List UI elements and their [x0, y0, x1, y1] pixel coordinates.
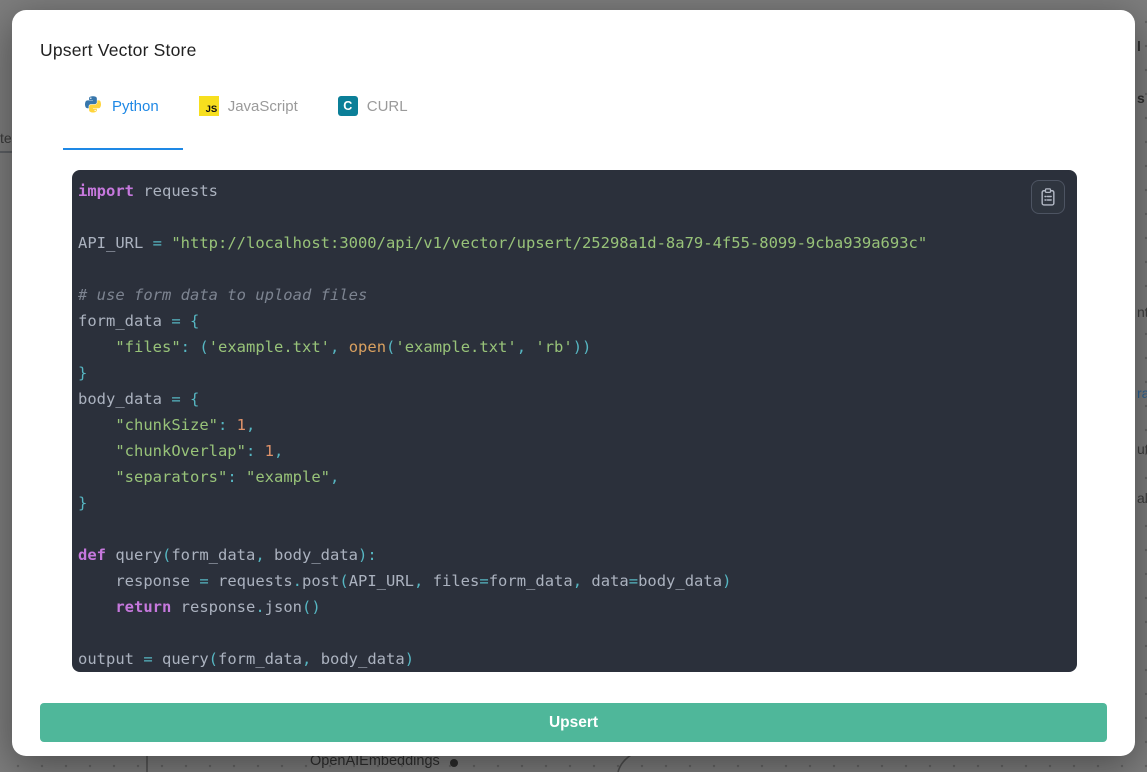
bg-node-connector-dot	[450, 759, 458, 767]
tab-label: JavaScript	[228, 98, 298, 115]
python-icon	[83, 96, 103, 116]
tab-python[interactable]: Python	[63, 86, 179, 126]
upsert-button[interactable]: Upsert	[40, 703, 1107, 742]
code-snippet-block: import requests API_URL = "http://localh…	[72, 170, 1077, 672]
bg-text-fragment: l	[1137, 38, 1141, 54]
tab-label: Python	[112, 98, 159, 115]
bg-text-fragment: nt	[1137, 304, 1147, 320]
code-content: import requests API_URL = "http://localh…	[78, 178, 1069, 672]
language-tabs: Python JS JavaScript C CURL	[63, 86, 428, 126]
active-tab-indicator	[63, 148, 183, 150]
copy-code-button[interactable]	[1031, 180, 1065, 214]
javascript-icon: JS	[199, 96, 219, 116]
bg-node-edge	[146, 756, 148, 772]
tab-curl[interactable]: C CURL	[318, 86, 428, 126]
curl-icon: C	[338, 96, 358, 116]
tab-javascript[interactable]: JS JavaScript	[179, 86, 318, 126]
bg-text-fragment-left: te	[0, 130, 12, 146]
clipboard-icon	[1038, 187, 1058, 207]
bg-text-fragment: ut	[1137, 441, 1147, 457]
bg-text-fragment: s	[1137, 90, 1145, 106]
upsert-button-label: Upsert	[549, 714, 598, 732]
bg-divider	[0, 151, 12, 153]
upsert-vector-store-dialog: Upsert Vector Store Python JS JavaScript…	[12, 10, 1135, 756]
dialog-title: Upsert Vector Store	[40, 40, 197, 61]
bg-text-fragment: al	[1137, 490, 1147, 506]
bg-text-fragment: ra	[1137, 385, 1147, 401]
tab-label: CURL	[367, 98, 408, 115]
